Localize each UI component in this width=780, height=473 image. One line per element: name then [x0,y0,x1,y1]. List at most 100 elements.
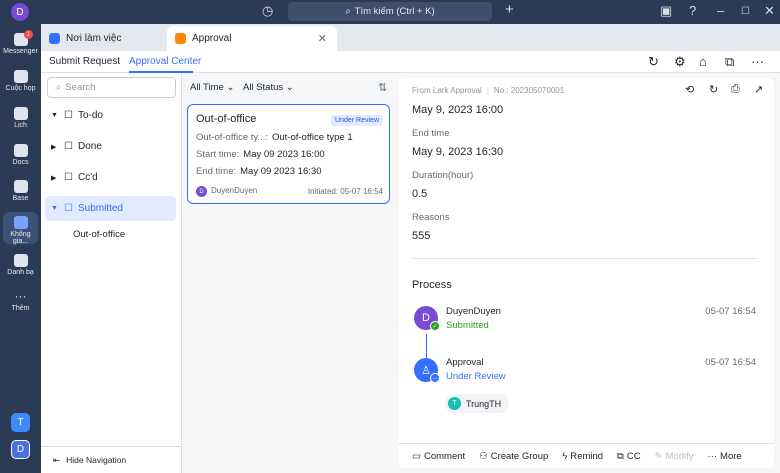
tenant-avatar-d[interactable]: D [11,440,30,459]
sort-icon[interactable]: ⇅ [378,81,387,94]
source-label: From Lark Approval [412,85,482,95]
field-key: End time: [196,166,237,177]
refresh-icon[interactable]: ↻ [709,83,718,96]
detail-panel: From Lark Approval | No.: 202305070001 ⟲… [398,78,774,468]
avatar: T [448,397,461,410]
tenant-avatar-t[interactable]: T [11,413,30,432]
global-search-input[interactable]: ⌕ Tìm kiếm (Ctrl + K) [288,2,492,21]
comment-button[interactable]: ▭ Comment [412,451,465,462]
minimize-icon[interactable]: – [717,3,724,18]
create-group-button[interactable]: ⚇ Create Group [479,451,548,462]
sidebar-item-done[interactable]: ▶ ☐ Done [45,134,176,159]
collapse-icon: ⇤ [53,454,61,465]
request-detail: From Lark Approval | No.: 202305070001 ⟲… [396,73,780,473]
plus-icon[interactable]: + [505,1,514,18]
process-connector [426,334,427,358]
nav-calendar[interactable]: Lịch [0,107,41,129]
cc-icon: ☐ [64,172,73,183]
nav-label: Messenger [3,48,38,55]
sidebar-item-todo[interactable]: ▼ ☐ To-do [45,103,176,128]
help-icon[interactable]: ? [689,3,696,18]
time-filter-dropdown[interactable]: All Time ⌄ [190,82,234,93]
settings-icon[interactable]: ⚙ [674,54,686,70]
action-label: Comment [423,450,466,462]
field-value: May 09 2023 16:30 [240,166,322,177]
nav-label: Thêm [11,305,30,312]
cc-button[interactable]: ⧉ CC [617,451,641,462]
close-icon[interactable]: ✕ [764,3,775,19]
caret-down-icon: ▼ [51,112,58,119]
request-card[interactable]: Out-of-office Under Review Out-of-office… [187,104,390,204]
sidebar-item-submitted[interactable]: ▼ ☐ Submitted [45,196,176,221]
status-filter-dropdown[interactable]: All Status ⌄ [243,82,294,93]
calendar-check-icon[interactable]: ▣ [660,3,672,19]
group-icon: ⚇ [479,450,488,462]
share-icon[interactable]: ↗ [754,83,763,96]
nav-messenger[interactable]: 1 Messenger [0,30,41,55]
base-icon [13,180,28,193]
submitted-icon: ☐ [64,203,73,214]
print-icon[interactable]: ⎙ [731,83,740,96]
close-tab-icon[interactable]: ✕ [318,32,327,45]
card-footer: D DuyenDuyen Initiated: 05-07 16:54 [196,186,383,197]
nav-more[interactable]: ··· Thêm [0,290,41,312]
tab-submit-request[interactable]: Submit Request [49,56,120,67]
approver-name: TrungTH [466,398,502,409]
step-time: 05-07 16:54 [705,357,756,368]
nav-meetings[interactable]: Cuộc họp [0,70,41,92]
action-label: CC [626,450,641,462]
inbox-icon: ☐ [64,110,73,121]
caret-right-icon: ▶ [51,143,57,151]
filter-label: All Status [243,82,284,93]
transfer-icon[interactable]: ⟲ [685,83,694,96]
end-time-value: May 9, 2023 16:30 [412,146,504,158]
hide-navigation-label: Hide Navigation [66,455,127,465]
action-label: Create Group [490,450,549,462]
cc-icon: ⧉ [617,450,624,462]
refresh-icon[interactable]: ↻ [648,54,659,70]
history-icon[interactable]: ◷ [262,3,273,19]
more-icon[interactable]: ··· [751,54,764,69]
video-icon [13,70,28,83]
tab-approval[interactable]: Approval ✕ [167,26,337,51]
search-placeholder: Tìm kiếm (Ctrl + K) [354,6,435,17]
approver-chip[interactable]: T TrungTH [445,394,510,413]
done-icon: ☐ [64,141,73,152]
tab-workspace[interactable]: Nơi làm việc [41,26,167,51]
step-name: Approval [446,357,484,368]
filter-label: All Time [190,82,224,93]
action-label: Remind [570,450,604,462]
sidebar-item-label: Cc'd [77,172,98,183]
user-avatar[interactable]: D [11,3,29,21]
nav-docs[interactable]: Docs [0,144,41,166]
sidebar-search-input[interactable]: ⌕ Search [47,77,176,98]
window-icon[interactable]: ⧉ [725,54,734,70]
hide-navigation-button[interactable]: ⇤ Hide Navigation [41,446,181,473]
nav-contacts[interactable]: Danh bạ [0,254,41,276]
apps-grid-icon [13,216,28,229]
reasons-label: Reasons [412,212,450,223]
approval-app-icon [175,33,186,44]
maximize-icon[interactable]: ☐ [741,6,750,17]
field-value: May 09 2023 16:00 [243,149,325,160]
approval-header: Submit Request Approval Center ↻ ⚙ ⌂ ⧉ ·… [41,51,780,73]
check-icon: ✓ [430,321,440,331]
bot-icon[interactable]: ⌂ [699,54,707,69]
sidebar-subitem-out-of-office[interactable]: Out-of-office [73,229,125,240]
modify-button[interactable]: ✎ Modify [655,451,694,462]
nav-workspace[interactable]: Không gia... [3,212,38,245]
request-list: All Time ⌄ All Status ⌄ ⇅ Out-of-office … [182,73,396,473]
more-button[interactable]: ··· More [708,451,742,462]
tab-approval-center[interactable]: Approval Center [129,56,201,67]
chevron-down-icon: ⌄ [226,82,235,93]
calendar-icon [13,107,28,120]
nav-base[interactable]: Base [0,180,41,202]
docs-icon [13,144,28,157]
unread-badge: 1 [24,30,33,39]
sidebar-item-ccd[interactable]: ▶ ☐ Cc'd [45,165,176,190]
nav-label: Base [12,195,29,202]
remind-button[interactable]: ϟ Remind [562,451,603,462]
nav-label: Lịch [14,122,27,129]
duration-label: Duration(hour) [412,170,474,181]
duration-value: 0.5 [412,188,428,200]
